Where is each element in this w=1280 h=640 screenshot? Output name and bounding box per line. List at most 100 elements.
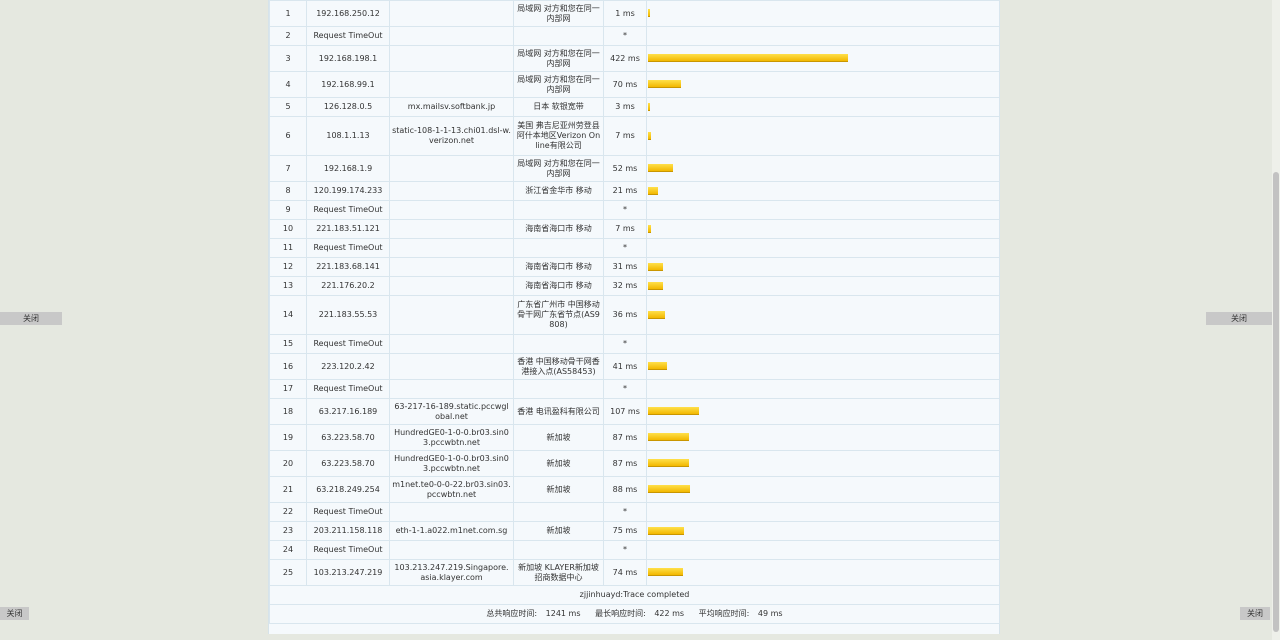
time-cell: 7 ms xyxy=(603,219,647,239)
location-cell: 局域网 对方和您在同一内部网 xyxy=(513,0,604,27)
hop-cell: 21 xyxy=(269,476,307,503)
hop-cell: 6 xyxy=(269,116,307,156)
hop-cell: 10 xyxy=(269,219,307,239)
avg-time-label: 平均响应时间: xyxy=(698,609,750,618)
time-cell: 87 ms xyxy=(603,424,647,451)
ip-cell: 221.176.20.2 xyxy=(306,276,390,296)
total-time: 总共响应时间: 1241 ms xyxy=(483,609,583,618)
time-cell: 36 ms xyxy=(603,295,647,335)
time-cell: 88 ms xyxy=(603,476,647,503)
host-cell xyxy=(389,0,514,27)
time-cell: 32 ms xyxy=(603,276,647,296)
latency-bar xyxy=(648,80,681,88)
host-cell: m1net.te0-0-0-22.br03.sin03.pccwbtn.net xyxy=(389,476,514,503)
table-row: 8 120.199.174.233 浙江省金华市 移动 21 ms xyxy=(269,181,1000,201)
close-button-left[interactable]: 关闭 xyxy=(0,312,62,325)
time-cell: 422 ms xyxy=(603,45,647,72)
host-cell xyxy=(389,71,514,98)
latency-bar xyxy=(648,224,651,233)
time-cell: 21 ms xyxy=(603,181,647,201)
latency-bar xyxy=(648,310,665,319)
ip-cell: 221.183.55.53 xyxy=(306,295,390,335)
location-cell: 局域网 对方和您在同一内部网 xyxy=(513,45,604,72)
page-scrollbar[interactable] xyxy=(1272,0,1280,640)
time-cell: 7 ms xyxy=(603,116,647,156)
ip-cell: Request TimeOut xyxy=(306,334,390,354)
location-cell: 海南省海口市 移动 xyxy=(513,219,604,239)
latency-bar-cell xyxy=(646,219,1000,239)
table-row: 3 192.168.198.1 局域网 对方和您在同一内部网 422 ms xyxy=(269,45,1000,72)
latency-bar-cell xyxy=(646,521,1000,541)
host-cell xyxy=(389,200,514,220)
time-cell: * xyxy=(603,238,647,258)
location-cell: 香港 电讯盈科有限公司 xyxy=(513,398,604,425)
ip-cell: 221.183.68.141 xyxy=(306,257,390,277)
latency-bar-cell xyxy=(646,26,1000,46)
hop-cell: 22 xyxy=(269,502,307,522)
host-cell xyxy=(389,155,514,182)
table-row: 19 63.223.58.70 HundredGE0-1-0-0.br03.sin0… xyxy=(269,424,1000,451)
location-cell: 新加坡 xyxy=(513,450,604,477)
host-cell xyxy=(389,540,514,560)
table-row: 14 221.183.55.53 广东省广州市 中国移动骨干网广东省节点(AS980… xyxy=(269,295,1000,335)
latency-bar xyxy=(648,262,663,271)
ip-cell: 63.223.58.70 xyxy=(306,450,390,477)
host-cell xyxy=(389,219,514,239)
hop-cell: 23 xyxy=(269,521,307,541)
close-button-right[interactable]: 关闭 xyxy=(1206,312,1272,325)
latency-bar xyxy=(648,131,651,140)
latency-bar xyxy=(648,362,667,370)
time-cell: * xyxy=(603,200,647,220)
host-cell xyxy=(389,334,514,354)
latency-bar xyxy=(648,164,673,172)
close-button-bottom-right[interactable]: 关闭 xyxy=(1240,607,1270,620)
ip-cell: 103.213.247.219 xyxy=(306,559,390,586)
table-row: 12 221.183.68.141 海南省海口市 移动 31 ms xyxy=(269,257,1000,277)
close-button-bottom-left[interactable]: 关闭 xyxy=(0,607,29,620)
latency-bar xyxy=(648,526,684,535)
latency-bar xyxy=(648,102,650,111)
location-cell: 新加坡 xyxy=(513,424,604,451)
location-cell: 浙江省金华市 移动 xyxy=(513,181,604,201)
trace-panel: 1 192.168.250.12 局域网 对方和您在同一内部网 1 ms 2 Reques… xyxy=(268,0,1000,634)
latency-bar-cell xyxy=(646,295,1000,335)
ip-cell: 192.168.99.1 xyxy=(306,71,390,98)
location-cell xyxy=(513,334,604,354)
host-cell xyxy=(389,502,514,522)
max-time: 最长响应时间: 422 ms xyxy=(592,609,687,618)
latency-bar xyxy=(648,459,689,467)
total-time-value: 1241 ms xyxy=(545,609,581,618)
host-cell xyxy=(389,257,514,277)
table-row: 23 203.211.158.118 eth-1-1.a022.m1net.com.… xyxy=(269,521,1000,541)
table-row: 6 108.1.1.13 static-108-1-1-13.chi01.dsl-w… xyxy=(269,116,1000,156)
location-cell: 局域网 对方和您在同一内部网 xyxy=(513,71,604,98)
time-cell: 3 ms xyxy=(603,97,647,117)
table-row: 11 Request TimeOut * xyxy=(269,238,1000,258)
ip-cell: 221.183.51.121 xyxy=(306,219,390,239)
latency-bar-cell xyxy=(646,450,1000,477)
location-cell xyxy=(513,540,604,560)
host-cell: static-108-1-1-13.chi01.dsl-w.verizon.ne… xyxy=(389,116,514,156)
location-cell: 海南省海口市 移动 xyxy=(513,276,604,296)
latency-bar-cell xyxy=(646,45,1000,72)
ip-cell: 223.120.2.42 xyxy=(306,353,390,380)
hop-cell: 8 xyxy=(269,181,307,201)
host-cell: eth-1-1.a022.m1net.com.sg xyxy=(389,521,514,541)
max-time-label: 最长响应时间: xyxy=(595,609,646,618)
location-cell: 海南省海口市 移动 xyxy=(513,257,604,277)
ip-cell: Request TimeOut xyxy=(306,502,390,522)
page: 关闭 关闭 关闭 关闭 1 192.168.250.12 局域网 对方和您在同一内部… xyxy=(0,0,1280,640)
latency-bar xyxy=(648,281,663,290)
host-cell xyxy=(389,353,514,380)
table-row: 21 63.218.249.254 m1net.te0-0-0-22.br03.si… xyxy=(269,476,1000,503)
location-cell: 日本 软银宽带 xyxy=(513,97,604,117)
scrollbar-thumb[interactable] xyxy=(1273,172,1279,632)
latency-bar-cell xyxy=(646,116,1000,156)
hop-cell: 4 xyxy=(269,71,307,98)
table-row: 1 192.168.250.12 局域网 对方和您在同一内部网 1 ms xyxy=(269,0,1000,27)
ip-cell: 126.128.0.5 xyxy=(306,97,390,117)
latency-bar xyxy=(648,485,690,493)
max-time-value: 422 ms xyxy=(654,609,685,618)
table-row: 13 221.176.20.2 海南省海口市 移动 32 ms xyxy=(269,276,1000,296)
latency-bar-cell xyxy=(646,257,1000,277)
